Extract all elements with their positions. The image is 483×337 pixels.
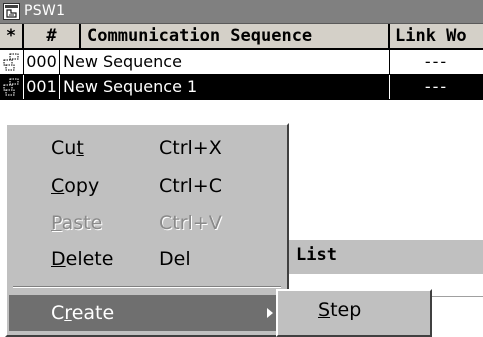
menu-item-delete-shortcut: Del [159, 248, 191, 270]
menu-item-copy[interactable]: Copy Ctrl+C [7, 169, 287, 203]
row-number: 000 [24, 50, 60, 74]
menu-item-copy-shortcut: Ctrl+C [159, 175, 222, 197]
menu-separator [13, 286, 281, 288]
submenu-arrow-icon [267, 308, 273, 318]
sequence-icon [0, 50, 24, 74]
menu-item-paste-shortcut: Ctrl+V [159, 212, 222, 234]
window-title-bar[interactable]: PSW1 [0, 0, 483, 24]
column-header-link-word[interactable]: Link Wo [390, 24, 483, 48]
menu-item-paste: Paste Ctrl+V [7, 206, 287, 240]
menu-item-paste-label: Paste [51, 212, 103, 234]
menu-item-cut-shortcut: Ctrl+X [159, 137, 222, 159]
table-row-selected[interactable]: 001 New Sequence 1 --- [0, 75, 483, 100]
context-menu: Cut Ctrl+X Copy Ctrl+C Paste Ctrl+V Dele… [5, 123, 289, 337]
app-window-icon [3, 3, 20, 20]
sequence-icon [0, 75, 24, 99]
row-sequence-name: New Sequence 1 [60, 75, 390, 99]
column-header-marker[interactable]: * [0, 24, 24, 48]
table-row[interactable]: 000 New Sequence --- [0, 50, 483, 75]
menu-item-delete[interactable]: Delete Del [7, 242, 287, 276]
menu-item-delete-label: Delete [51, 248, 114, 270]
row-sequence-name: New Sequence [60, 50, 390, 74]
menu-item-create[interactable]: Create [9, 295, 285, 331]
row-number: 001 [24, 75, 60, 99]
window-title: PSW1 [24, 3, 66, 19]
submenu-item-step[interactable]: Step [318, 299, 361, 321]
menu-item-cut[interactable]: Cut Ctrl+X [7, 131, 287, 165]
column-header-communication-sequence[interactable]: Communication Sequence [81, 24, 390, 48]
create-submenu: Step [276, 289, 432, 337]
list-panel-title: List [296, 245, 337, 265]
menu-item-copy-label: Copy [51, 175, 100, 197]
menu-item-cut-label: Cut [51, 137, 84, 159]
row-link-word: --- [424, 77, 449, 96]
column-header-number[interactable]: # [24, 24, 81, 48]
row-link-word: --- [424, 52, 449, 71]
menu-item-create-label: Create [51, 302, 115, 324]
grid-header-row: * # Communication Sequence Link Wo [0, 24, 483, 50]
